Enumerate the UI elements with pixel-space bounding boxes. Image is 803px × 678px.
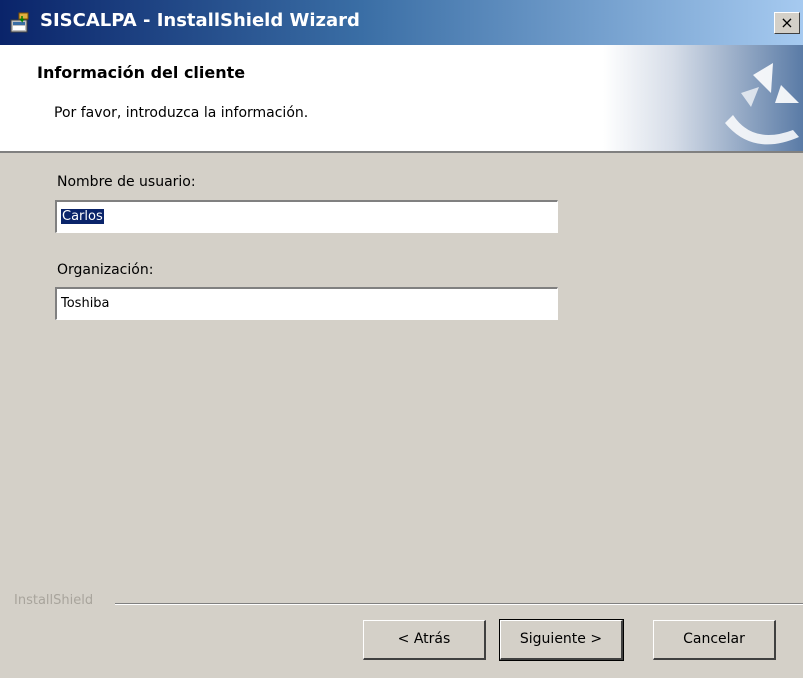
installshield-brand: InstallShield xyxy=(14,593,94,608)
header-banner: Información del cliente Por favor, intro… xyxy=(0,45,803,153)
close-button[interactable]: × xyxy=(774,12,800,34)
back-button[interactable]: < Atrás xyxy=(363,620,486,660)
installshield-wizard-window: SISCALPA - InstallShield Wizard × Inform… xyxy=(0,0,803,678)
page-subtitle: Por favor, introduzca la información. xyxy=(54,105,309,121)
organization-field[interactable]: Toshiba xyxy=(55,287,558,320)
brand-divider xyxy=(115,603,803,605)
organization-value: Toshiba xyxy=(61,296,110,311)
installshield-logo-icon xyxy=(603,45,803,151)
window-title: SISCALPA - InstallShield Wizard xyxy=(40,10,360,31)
next-button[interactable]: Siguiente > xyxy=(499,619,624,661)
username-value: Carlos xyxy=(61,209,104,224)
username-label: Nombre de usuario: xyxy=(57,174,196,190)
username-field[interactable]: Carlos xyxy=(55,200,558,233)
title-bar[interactable]: SISCALPA - InstallShield Wizard × xyxy=(0,0,803,45)
close-icon: × xyxy=(780,13,794,32)
cancel-button[interactable]: Cancelar xyxy=(653,620,776,660)
page-title: Información del cliente xyxy=(37,63,246,82)
organization-label: Organización: xyxy=(57,262,154,278)
installer-icon xyxy=(10,12,29,33)
